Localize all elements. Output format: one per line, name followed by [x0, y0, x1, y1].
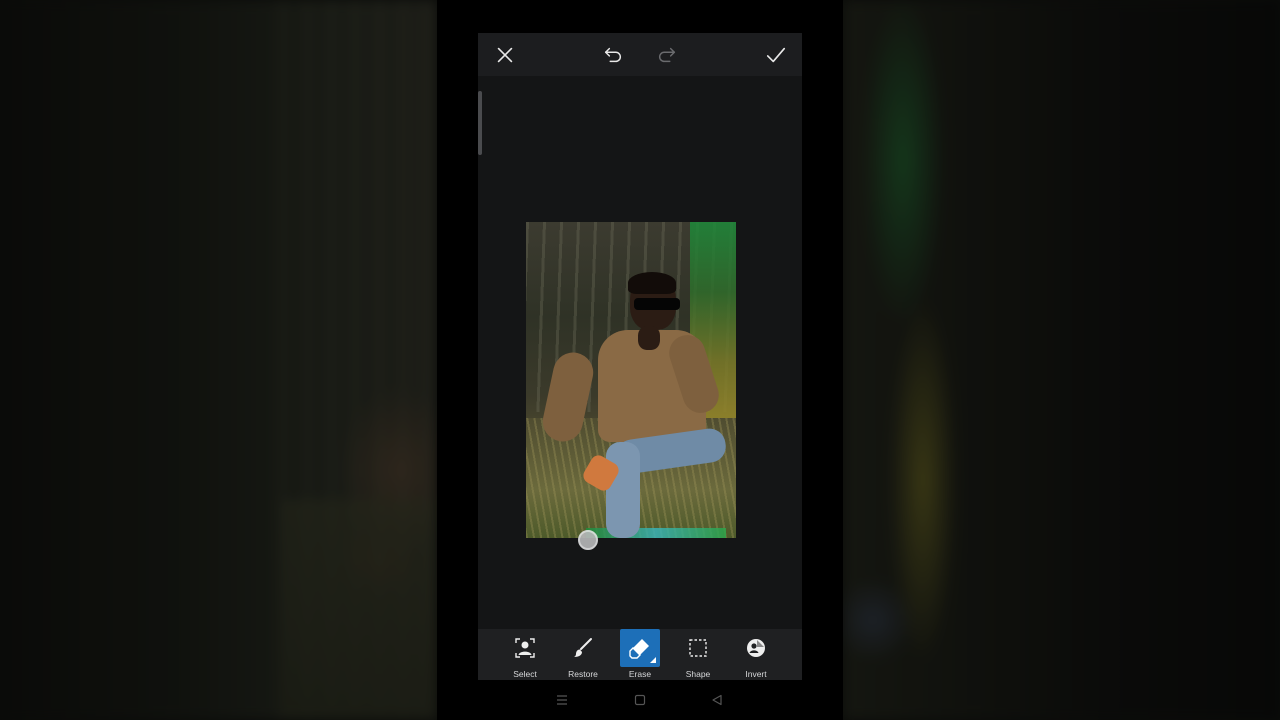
close-button[interactable]	[491, 41, 519, 69]
undo-icon	[604, 47, 621, 63]
blurred-background-right	[843, 0, 1280, 720]
android-nav-bar	[478, 680, 802, 720]
apply-button[interactable]	[762, 41, 790, 69]
tool-erase[interactable]: Erase	[617, 629, 663, 680]
eraser-editor: Select Restore Erase Shape Invert	[478, 33, 802, 680]
back-triangle-icon	[712, 694, 722, 706]
redo-button[interactable]	[653, 41, 681, 69]
menu-button[interactable]	[552, 690, 572, 710]
photo-layer[interactable]	[526, 222, 736, 538]
eraser-icon	[629, 639, 649, 659]
menu-icon	[557, 695, 567, 705]
editing-canvas[interactable]	[478, 76, 802, 629]
brush-icon	[574, 638, 592, 657]
tool-label: Select	[513, 669, 537, 679]
tool-label: Erase	[628, 669, 652, 679]
dashed-rect-icon	[689, 639, 707, 657]
tool-label: Restore	[568, 669, 598, 679]
phone-screen: Select Restore Erase Shape Invert	[437, 0, 843, 720]
blurred-background-left	[0, 0, 437, 720]
tool-invert[interactable]: Invert	[733, 629, 779, 680]
home-button[interactable]	[630, 690, 650, 710]
tool-restore[interactable]: Restore	[560, 629, 606, 680]
person-select-icon	[515, 638, 535, 658]
photo-subject	[526, 222, 736, 538]
check-icon	[766, 47, 786, 63]
tool-select[interactable]: Select	[502, 629, 548, 680]
invert-icon	[747, 639, 765, 657]
redo-icon	[659, 47, 676, 63]
brush-cursor[interactable]	[578, 530, 598, 550]
bottom-toolbar: Select Restore Erase Shape Invert	[478, 629, 802, 680]
top-bar	[478, 33, 802, 76]
tool-label: Invert	[745, 669, 767, 679]
undo-button[interactable]	[599, 41, 627, 69]
tool-shape[interactable]: Shape	[675, 629, 721, 680]
tool-label: Shape	[685, 669, 711, 679]
back-button[interactable]	[707, 690, 727, 710]
home-square-icon	[634, 694, 646, 706]
close-icon	[497, 47, 513, 63]
